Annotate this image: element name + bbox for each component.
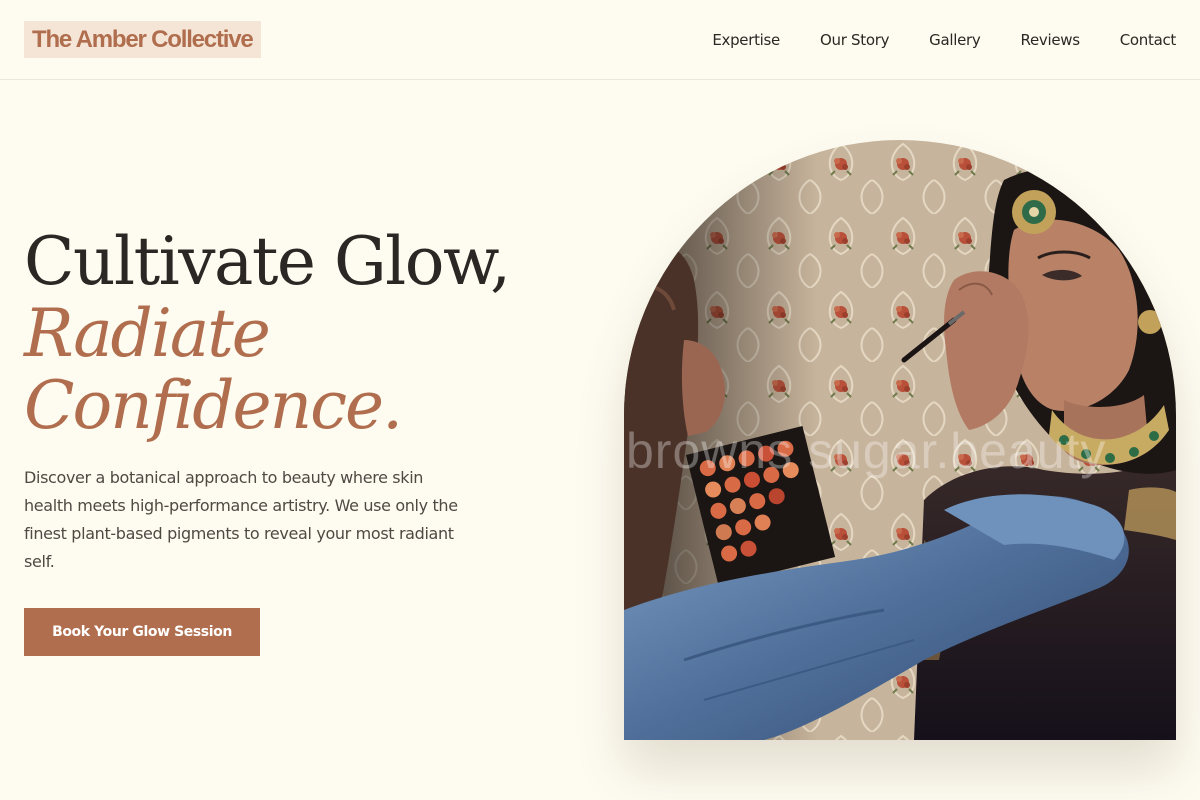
hero-title: Cultivate Glow, Radiate Confidence.: [24, 223, 511, 444]
hero-title-line-1: Cultivate Glow,: [24, 223, 511, 300]
hero-title-line-3: Confidence.: [24, 367, 403, 444]
book-glow-session-button[interactable]: Book Your Glow Session: [24, 608, 260, 656]
nav-link-gallery[interactable]: Gallery: [929, 31, 981, 49]
brand-logo[interactable]: The Amber Collective: [24, 21, 261, 58]
nav-link-expertise[interactable]: Expertise: [712, 31, 780, 49]
image-watermark: browns sugar.beauty: [626, 423, 1106, 479]
nav-link-reviews[interactable]: Reviews: [1021, 31, 1081, 49]
site-header: The Amber Collective Expertise Our Story…: [0, 0, 1200, 80]
nav-link-our-story[interactable]: Our Story: [820, 31, 889, 49]
nav-link-contact[interactable]: Contact: [1120, 31, 1177, 49]
hero-image: browns sugar.beauty: [624, 140, 1176, 740]
hero-description: Discover a botanical approach to beauty …: [24, 468, 458, 571]
page: The Amber Collective Expertise Our Story…: [0, 0, 1200, 800]
main-nav: Expertise Our Story Gallery Reviews Cont…: [712, 0, 1176, 80]
hero-title-line-2: Radiate: [24, 295, 271, 372]
